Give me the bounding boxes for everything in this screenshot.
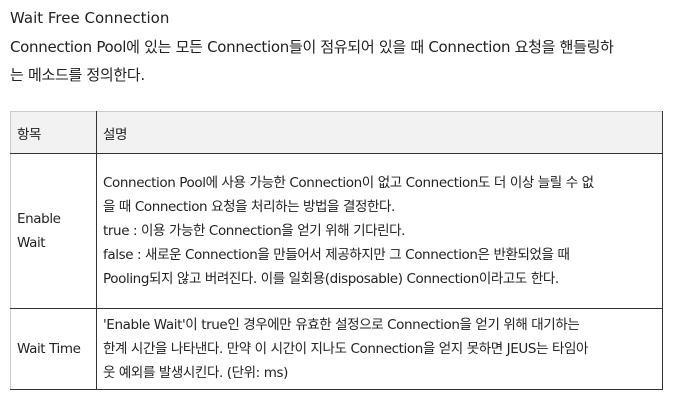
settings-table: 항목 설명 Enable Wait Connection Pool에 사용 가능… (10, 111, 663, 390)
description-cell: 'Enable Wait'이 true인 경우에만 유효한 설정으로 Conne… (96, 308, 663, 390)
item-cell: Enable Wait (10, 153, 97, 309)
table-header-row: 항목 설명 (10, 111, 663, 154)
table-row: Wait Time 'Enable Wait'이 true인 경우에만 유효한 … (10, 308, 663, 390)
item-line: Enable (17, 211, 61, 227)
intro-line: 는 메소드를 정의한다. (10, 66, 145, 84)
desc-line: 한계 시간을 나타낸다. 만약 이 시간이 지나도 Connection을 얻지… (103, 341, 589, 357)
desc-line: 'Enable Wait'이 true인 경우에만 유효한 설정으로 Conne… (103, 317, 580, 333)
section-title: Wait Free Connection (10, 9, 170, 27)
table-row: Enable Wait Connection Pool에 사용 가능한 Conn… (10, 153, 663, 309)
desc-line: Pooling되지 않고 버려진다. 이를 일회용(disposable) Co… (103, 271, 559, 287)
desc-line: 을 때 Connection 요청을 처리하는 방법을 결정한다. (103, 199, 395, 215)
desc-line: Connection Pool에 사용 가능한 Connection이 없고 C… (103, 175, 594, 191)
header-description: 설명 (96, 111, 663, 154)
description-cell: Connection Pool에 사용 가능한 Connection이 없고 C… (96, 153, 663, 309)
intro-line: Connection Pool에 있는 모든 Connection들이 점유되어… (10, 38, 614, 56)
desc-line: 웃 예외를 발생시킨다. (단위: ms) (103, 365, 288, 381)
item-line: Wait (17, 235, 46, 251)
header-item: 항목 (10, 111, 97, 154)
item-cell: Wait Time (10, 308, 97, 390)
desc-line: true : 이용 가능한 Connection을 얻기 위해 기다린다. (103, 223, 406, 239)
item-line: Wait Time (17, 341, 81, 357)
intro-paragraph: Connection Pool에 있는 모든 Connection들이 점유되어… (10, 33, 614, 89)
desc-line: false : 새로운 Connection을 만들어서 제공하지만 그 Con… (103, 247, 570, 263)
